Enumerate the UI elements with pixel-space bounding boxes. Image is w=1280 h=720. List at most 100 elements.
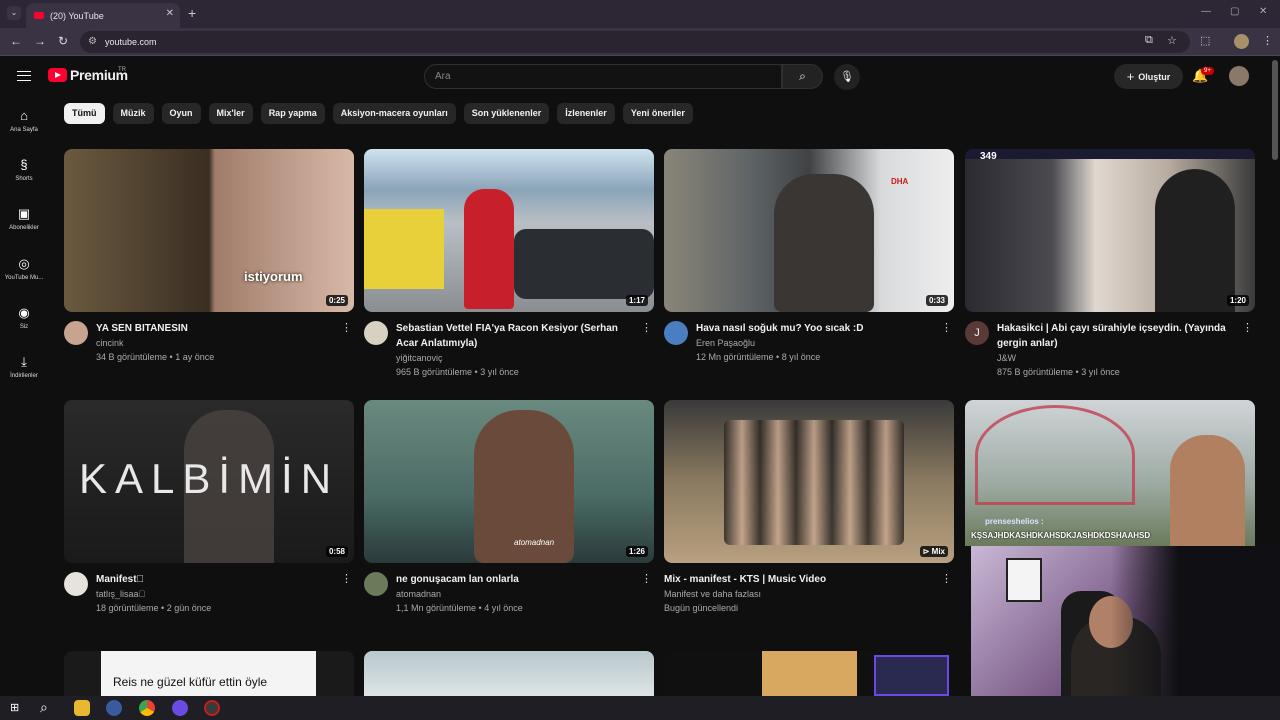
- voice-search-button[interactable]: 🎙: [834, 64, 860, 90]
- address-bar[interactable]: ⚙ youtube.com: [80, 31, 1190, 53]
- back-icon[interactable]: ←: [10, 34, 22, 48]
- new-tab-icon[interactable]: +: [188, 5, 196, 21]
- channel-avatar[interactable]: [364, 321, 388, 345]
- maximize-icon[interactable]: ▢: [1230, 6, 1239, 17]
- video-card[interactable]: prenseshelios : KŞSAJHDKASHDKAHSDKJASHDK…: [965, 400, 1255, 546]
- channel-name[interactable]: Eren Paşaoğlu: [696, 336, 932, 350]
- video-thumbnail[interactable]: atomadnan 1:26: [364, 400, 654, 563]
- video-thumbnail[interactable]: 349 1:20: [965, 149, 1255, 312]
- browser-app-icon[interactable]: [172, 700, 188, 716]
- more-options-icon[interactable]: ⋮: [641, 572, 652, 585]
- more-options-icon[interactable]: ⋮: [1242, 321, 1253, 334]
- channel-avatar[interactable]: [64, 321, 88, 345]
- chip-new-to-you[interactable]: Yeni öneriler: [622, 103, 693, 124]
- windows-start-icon[interactable]: ⊞: [10, 701, 19, 714]
- video-card[interactable]: 1:17 Sebastian Vettel FIA'ya Racon Kesiy…: [364, 149, 654, 379]
- video-title[interactable]: Manifest⃝: [96, 572, 332, 587]
- video-thumbnail[interactable]: KALBİMİN 0:58: [64, 400, 354, 563]
- channel-name[interactable]: cincink: [96, 336, 332, 350]
- more-options-icon[interactable]: ⋮: [641, 321, 652, 334]
- video-thumbnail[interactable]: DHA 0:33: [664, 149, 954, 312]
- recording-app-icon[interactable]: [204, 700, 220, 716]
- video-duration: 0:58: [325, 546, 348, 557]
- search-input[interactable]: Ara: [424, 64, 782, 89]
- more-options-icon[interactable]: ⋮: [341, 321, 352, 334]
- chip-gaming[interactable]: Oyun: [161, 103, 201, 124]
- video-duration: 1:26: [625, 546, 648, 557]
- search-taskbar-icon[interactable]: ⌕: [40, 699, 48, 716]
- video-card[interactable]: 349 1:20 J Hakasikci | Abi çayı sürahiyl…: [965, 149, 1255, 379]
- video-thumbnail[interactable]: ⊳ Mix: [664, 400, 954, 563]
- sidebar-item-downloads[interactable]: ⤓ İndirilenler: [0, 354, 48, 379]
- account-avatar[interactable]: [1229, 66, 1249, 86]
- close-window-icon[interactable]: ✕: [1259, 6, 1267, 17]
- chip-music[interactable]: Müzik: [112, 103, 154, 124]
- search-button[interactable]: ⌕: [782, 64, 823, 89]
- video-card[interactable]: istiyorum 0:25 YA SEN BITANESIN cincink …: [64, 149, 354, 364]
- video-thumbnail[interactable]: Reis ne güzel küfür ettin öyle: [64, 651, 354, 696]
- install-app-icon[interactable]: ⧉: [1145, 34, 1153, 47]
- channel-avatar[interactable]: [364, 572, 388, 596]
- sidebar-item-home[interactable]: ⌂ Ana Sayfa: [0, 108, 48, 133]
- channel-avatar[interactable]: J: [965, 321, 989, 345]
- video-thumbnail[interactable]: [664, 651, 954, 696]
- sidebar-item-you[interactable]: ◉ Siz: [0, 305, 48, 330]
- thumbnail-caption: istiyorum: [244, 269, 303, 284]
- sidebar-item-music[interactable]: ◎ YouTube Mu...: [0, 256, 48, 281]
- sidebar-label: Ana Sayfa: [10, 127, 38, 133]
- video-card[interactable]: atomadnan 1:26 ne gonuşacam lan onlarla …: [364, 400, 654, 615]
- chrome-icon[interactable]: [139, 700, 155, 716]
- channel-avatar[interactable]: [64, 572, 88, 596]
- shorts-icon: §: [20, 157, 28, 172]
- video-thumbnail[interactable]: istiyorum 0:25: [64, 149, 354, 312]
- os-taskbar: ⊞ ⌕: [0, 696, 1280, 720]
- forward-icon[interactable]: →: [34, 34, 46, 48]
- tab-search-icon[interactable]: ⌄: [7, 6, 21, 20]
- video-title[interactable]: Hava nasıl soğuk mu? Yoo sıcak :D: [696, 321, 932, 336]
- browser-profile-avatar[interactable]: [1234, 34, 1249, 49]
- channel-name[interactable]: Manifest ve daha fazlası: [664, 587, 932, 601]
- chip-recently-uploaded[interactable]: Son yüklenenler: [463, 103, 550, 124]
- chip-action-adventure[interactable]: Aksiyon-macera oyunları: [332, 103, 456, 124]
- video-card[interactable]: ⊳ Mix Mix - manifest - KTS | Music Video…: [664, 400, 954, 615]
- video-card[interactable]: DHA 0:33 Hava nasıl soğuk mu? Yoo sıcak …: [664, 149, 954, 364]
- video-thumbnail[interactable]: [364, 651, 654, 696]
- browser-menu-icon[interactable]: ⋮: [1262, 34, 1273, 47]
- youtube-favicon-icon: [34, 12, 44, 19]
- browser-tab[interactable]: (20) YouTube ✕: [26, 3, 180, 28]
- channel-name[interactable]: J&W: [997, 351, 1233, 365]
- sidebar-item-subscriptions[interactable]: ▣ Abonelikler: [0, 206, 48, 231]
- site-info-icon[interactable]: ⚙: [88, 36, 97, 47]
- bookmark-star-icon[interactable]: ☆: [1167, 34, 1177, 47]
- channel-avatar[interactable]: [664, 321, 688, 345]
- chip-mixes[interactable]: Mix'ler: [208, 103, 253, 124]
- video-title[interactable]: Hakasikci | Abi çayı sürahiyle içseydin.…: [997, 321, 1233, 351]
- tab-close-icon[interactable]: ✕: [166, 8, 174, 19]
- channel-name[interactable]: atomadnan: [396, 587, 632, 601]
- page-scrollbar[interactable]: [1272, 60, 1278, 160]
- more-options-icon[interactable]: ⋮: [941, 572, 952, 585]
- chip-all[interactable]: Tümü: [64, 103, 105, 124]
- minimize-icon[interactable]: —: [1201, 6, 1211, 17]
- reload-icon[interactable]: ↻: [58, 34, 68, 48]
- video-title[interactable]: Sebastian Vettel FIA'ya Racon Kesiyor (S…: [396, 321, 632, 351]
- sidebar-item-shorts[interactable]: § Shorts: [0, 157, 48, 182]
- create-button[interactable]: + Oluştur: [1114, 64, 1183, 89]
- video-card[interactable]: KALBİMİN 0:58 Manifest⃝ tatlış_lisaa⃝ 18…: [64, 400, 354, 615]
- video-thumbnail[interactable]: prenseshelios : KŞSAJHDKASHDKAHSDKJASHDK…: [965, 400, 1255, 546]
- menu-icon[interactable]: [17, 71, 31, 81]
- video-thumbnail[interactable]: 1:17: [364, 149, 654, 312]
- chip-watched[interactable]: İzlenenler: [557, 103, 615, 124]
- chip-rap[interactable]: Rap yapma: [260, 103, 325, 124]
- youtube-logo[interactable]: Premium: [48, 67, 128, 83]
- more-options-icon[interactable]: ⋮: [341, 572, 352, 585]
- video-title[interactable]: ne gonuşacam lan onlarla: [396, 572, 632, 587]
- video-title[interactable]: Mix - manifest - KTS | Music Video: [664, 572, 932, 587]
- video-title[interactable]: YA SEN BITANESIN: [96, 321, 332, 336]
- file-explorer-icon[interactable]: [74, 700, 90, 716]
- channel-name[interactable]: tatlış_lisaa⃝: [96, 587, 332, 601]
- more-options-icon[interactable]: ⋮: [941, 321, 952, 334]
- channel-name[interactable]: yiğitcanoviç: [396, 351, 632, 365]
- extensions-icon[interactable]: ⬚: [1200, 34, 1210, 47]
- app-icon[interactable]: [106, 700, 122, 716]
